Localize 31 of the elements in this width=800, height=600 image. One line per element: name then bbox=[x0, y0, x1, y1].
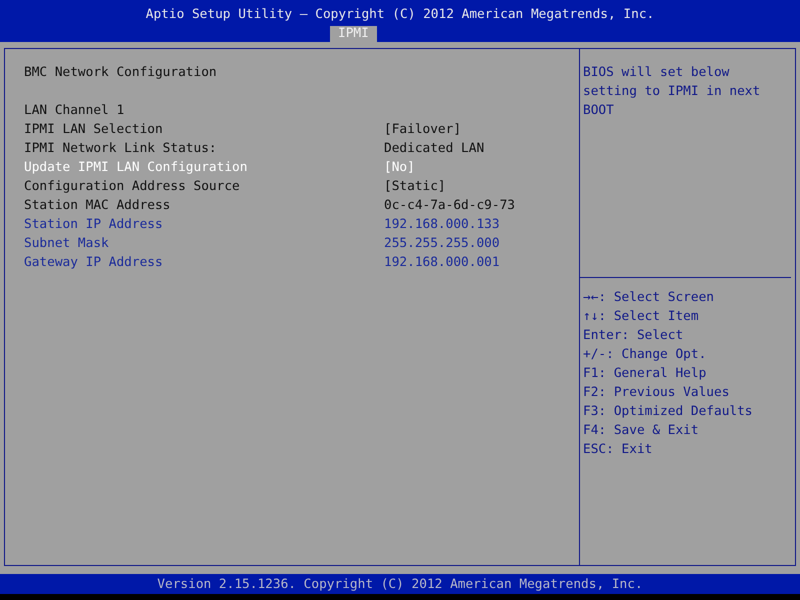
setting-label[interactable]: Update IPMI LAN Configuration bbox=[24, 160, 384, 175]
key-hint: F1: General Help bbox=[583, 365, 708, 383]
setting-value: Dedicated LAN bbox=[384, 141, 484, 156]
setting-label: IPMI LAN Selection bbox=[24, 122, 164, 137]
key-hint: ↑↓: Select Item bbox=[583, 308, 700, 326]
window-title: Aptio Setup Utility – Copyright (C) 2012 American Megatrends, Inc. bbox=[146, 7, 654, 23]
setting-label: IPMI Network Link Status: bbox=[24, 141, 218, 156]
setting-value[interactable]: 255.255.255.000 bbox=[384, 236, 500, 251]
key-hint: F3: Optimized Defaults bbox=[583, 403, 754, 421]
setting-value[interactable]: 192.168.000.001 bbox=[384, 255, 500, 270]
setting-value[interactable]: 192.168.000.133 bbox=[384, 217, 500, 232]
key-hint: ESC: Exit bbox=[583, 441, 654, 459]
setting-value: [Failover] bbox=[384, 122, 462, 137]
setting-value: 0c-c4-7a-6d-c9-73 bbox=[384, 198, 515, 213]
key-hint: Enter: Select bbox=[583, 327, 684, 345]
setting-label[interactable]: Station IP Address bbox=[24, 217, 384, 232]
setting-label[interactable]: Subnet Mask bbox=[24, 236, 384, 251]
key-hint: →←: Select Screen bbox=[583, 289, 715, 307]
setting-label: LAN Channel 1 bbox=[24, 103, 126, 118]
setting-value: [Static] bbox=[384, 179, 446, 194]
setting-label: Configuration Address Source bbox=[24, 179, 241, 194]
key-hint: F2: Previous Values bbox=[583, 384, 730, 402]
menu-tab[interactable]: IPMI bbox=[330, 26, 377, 42]
help-description: BIOS will set below setting to IPMI in next BOOT bbox=[582, 64, 762, 120]
version-text: Version 2.15.1236. Copyright (C) 2012 American Megatrends, Inc. bbox=[157, 576, 643, 592]
key-hint: +/-: Change Opt. bbox=[583, 346, 708, 364]
key-hint: F4: Save & Exit bbox=[583, 422, 700, 440]
setting-label: Station MAC Address bbox=[24, 198, 172, 213]
section-title: BMC Network Configuration bbox=[24, 65, 218, 80]
setting-label[interactable]: Gateway IP Address bbox=[24, 255, 384, 270]
setting-value[interactable]: [No] bbox=[384, 160, 415, 175]
